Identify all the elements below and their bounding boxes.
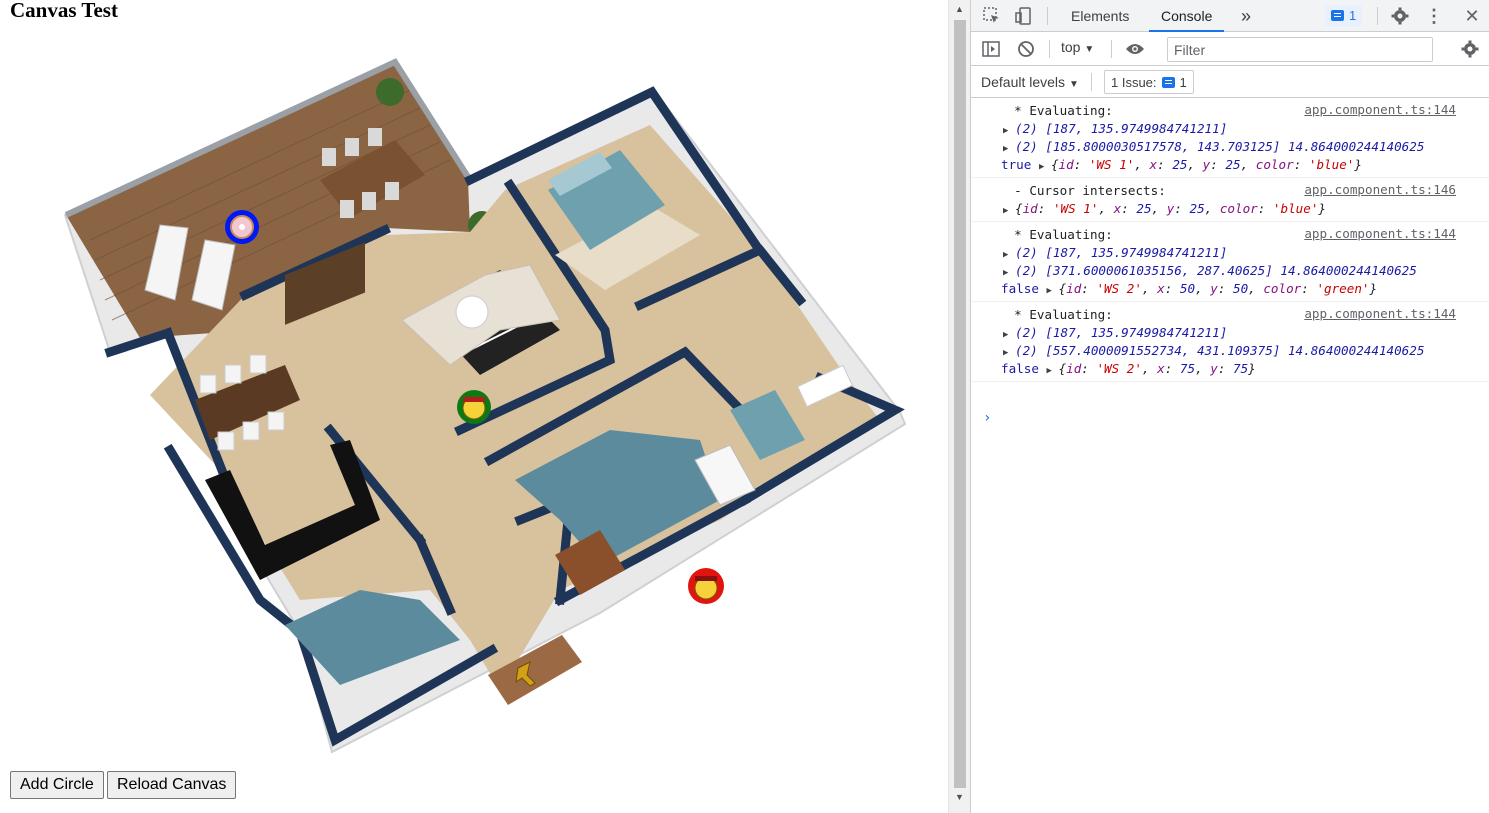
log-header: * Evaluating: (999, 103, 1113, 118)
log-array-row[interactable]: ▶ (2) [187, 135.9749984741211] (971, 324, 1489, 342)
log-header: - Cursor intersects: (999, 183, 1166, 198)
log-array-row[interactable]: ▶ (2) [371.6000061035156, 287.40625] 14.8… (971, 262, 1489, 280)
log-array-row[interactable]: ▶ (2) [185.8000030517578, 143.703125] 14.… (971, 138, 1489, 156)
clear-console-icon[interactable] (1015, 39, 1037, 59)
devtools-main-toolbar: Elements Console » 1 ⋮ ✕ (971, 0, 1489, 32)
log-entry: app.component.ts:144 * Evaluating: ▶ (2) … (971, 302, 1489, 382)
expand-arrow-icon[interactable]: ▶ (1039, 158, 1051, 176)
page-content: Canvas Test Add Circle Reload Canvas (0, 0, 948, 813)
page-scrollbar[interactable]: ▲ ▼ (948, 0, 970, 813)
console-log: app.component.ts:144 * Evaluating: ▶ (2) … (971, 98, 1489, 813)
more-tabs-button[interactable]: » (1229, 0, 1263, 32)
tab-elements[interactable]: Elements (1059, 0, 1141, 32)
log-array-row[interactable]: ▶ (2) [187, 135.9749984741211] (971, 244, 1489, 262)
tab-console[interactable]: Console (1149, 0, 1225, 32)
add-circle-button[interactable]: Add Circle (10, 771, 104, 799)
messages-badge[interactable]: 1 (1325, 5, 1363, 26)
marker-ws2[interactable] (457, 390, 491, 424)
dropdown-arrow-icon: ▼ (1068, 79, 1079, 90)
message-icon (1331, 10, 1344, 21)
log-array-row[interactable]: ▶ (2) [187, 135.9749984741211] (971, 120, 1489, 138)
scroll-up-icon[interactable]: ▲ (955, 4, 964, 14)
log-result-row[interactable]: true ▶ {id: 'WS 1', x: 25, y: 25, color: … (971, 156, 1489, 174)
console-toolbar: top ▼ (971, 32, 1489, 66)
console-prompt[interactable]: › (983, 410, 991, 426)
log-header: * Evaluating: (999, 307, 1113, 322)
log-array-row[interactable]: ▶ (2) [557.4000091552734, 431.109375] 14.… (971, 342, 1489, 360)
page-title: Canvas Test (10, 0, 118, 22)
device-toolbar-icon[interactable] (1013, 5, 1035, 27)
dropdown-arrow-icon: ▼ (1084, 44, 1095, 55)
console-settings-gear-icon[interactable] (1459, 38, 1481, 60)
log-result-row[interactable]: false ▶ {id: 'WS 2', x: 50, y: 50, color:… (971, 280, 1489, 298)
scroll-down-icon[interactable]: ▼ (955, 792, 964, 802)
floorplan-canvas[interactable] (0, 40, 940, 765)
log-result-row[interactable]: false ▶ {id: 'WS 2', x: 75, y: 75} (971, 360, 1489, 378)
console-filter-input[interactable] (1167, 37, 1433, 62)
coffee-table (455, 295, 489, 329)
issues-button[interactable]: 1 Issue: 1 (1104, 70, 1194, 94)
marker-ws1[interactable] (225, 210, 259, 244)
log-entry: app.component.ts:144 * Evaluating: ▶ (2) … (971, 222, 1489, 302)
default-levels-dropdown[interactable]: Default levels ▼ (981, 74, 1079, 90)
expand-arrow-icon[interactable]: ▶ (1003, 202, 1015, 220)
log-entry: app.component.ts:146 - Cursor intersects… (971, 178, 1489, 222)
expand-arrow-icon[interactable]: ▶ (1047, 282, 1059, 300)
close-icon[interactable]: ✕ (1461, 5, 1483, 27)
expand-arrow-icon[interactable]: ▶ (1047, 362, 1059, 380)
devtools-panel: Elements Console » 1 ⋮ ✕ top ▼ Filter De… (970, 0, 1489, 813)
settings-gear-icon[interactable] (1389, 5, 1411, 27)
inspect-element-icon[interactable] (981, 5, 1003, 27)
live-expression-eye-icon[interactable] (1123, 39, 1147, 59)
more-options-icon[interactable]: ⋮ (1423, 5, 1445, 27)
context-selector[interactable]: top ▼ (1061, 39, 1094, 55)
sidebar-toggle-icon[interactable] (980, 39, 1002, 59)
log-entry: app.component.ts:144 * Evaluating: ▶ (2) … (971, 98, 1489, 178)
reload-canvas-button[interactable]: Reload Canvas (107, 771, 237, 799)
console-levels-toolbar: Default levels ▼ (971, 66, 1489, 98)
log-object-row[interactable]: ▶ {id: 'WS 1', x: 25, y: 25, color: 'blue… (971, 200, 1489, 218)
marker-ws3[interactable] (688, 568, 724, 604)
log-header: * Evaluating: (999, 227, 1113, 242)
scrollbar-thumb[interactable] (954, 20, 966, 788)
plant-terrace (376, 78, 404, 106)
issue-message-icon (1161, 76, 1175, 88)
